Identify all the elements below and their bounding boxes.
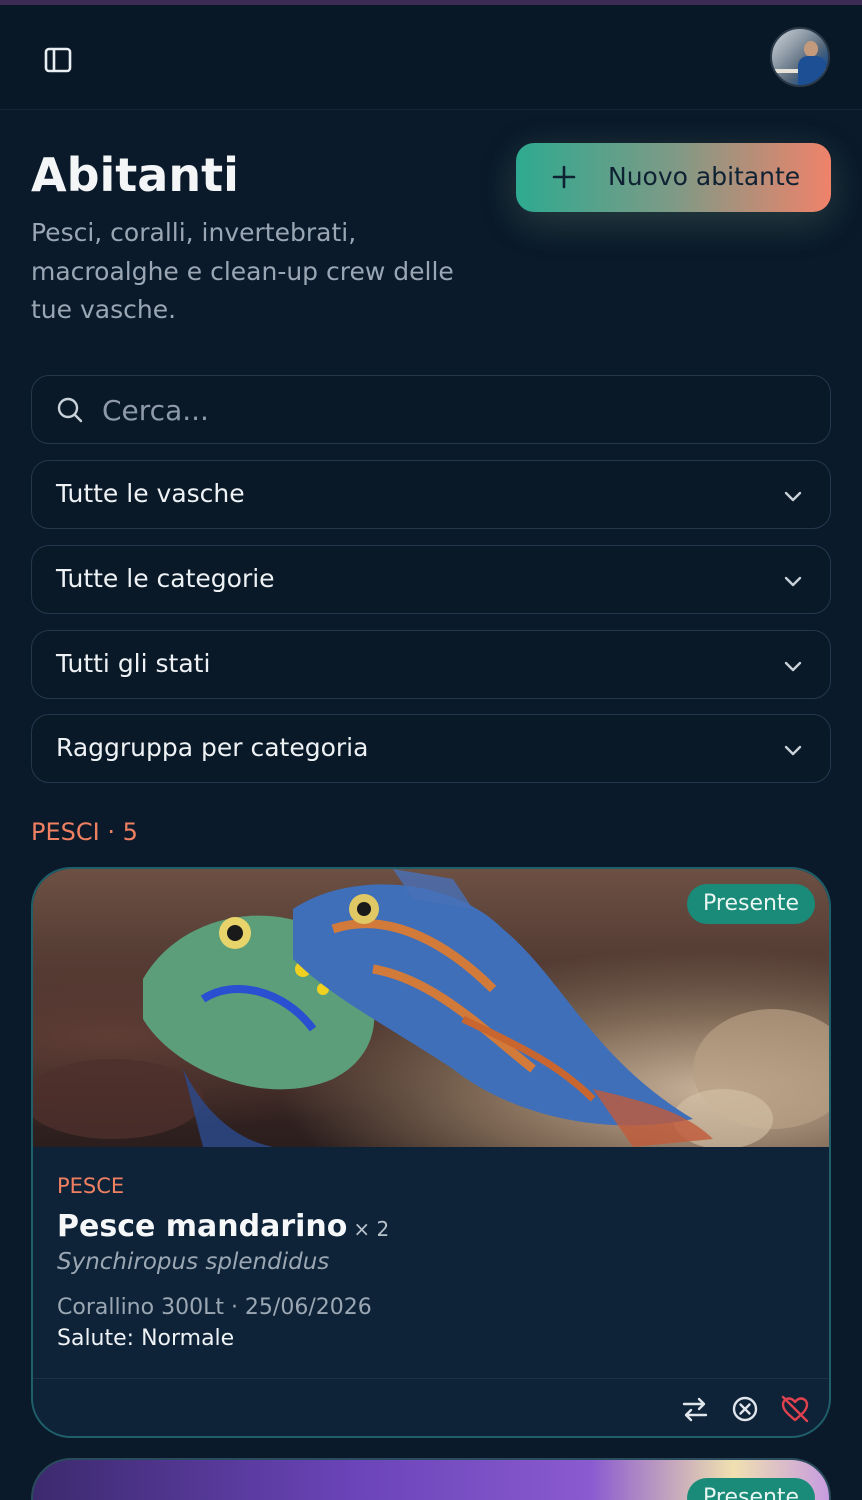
inhabitant-photo: Presente	[33, 869, 829, 1147]
status-badge: Presente	[687, 884, 816, 924]
status-filter-value: Tutti gli stati	[56, 649, 211, 678]
inhabitant-health: Salute: Normale	[57, 1326, 235, 1351]
tank-filter-value: Tutte le vasche	[56, 479, 245, 508]
top-bar	[0, 5, 862, 110]
tank-filter-select[interactable]: Tutte le vasche	[31, 460, 831, 529]
chevron-down-icon	[784, 661, 802, 672]
grouping-select[interactable]: Raggruppa per categoria	[31, 714, 831, 783]
inhabitant-name: Pesce mandarino	[57, 1209, 348, 1244]
category-filter-value: Tutte le categorie	[56, 564, 275, 593]
plus-icon	[552, 165, 576, 189]
inhabitant-quantity: × 2	[353, 1217, 390, 1241]
inhabitant-name-row: Pesce mandarino × 2	[57, 1209, 389, 1244]
chevron-down-icon	[784, 576, 802, 587]
status-filter-select[interactable]: Tutti gli stati	[31, 630, 831, 699]
new-inhabitant-label: Nuovo abitante	[608, 162, 801, 191]
remove-circle-icon[interactable]	[730, 1394, 760, 1424]
status-badge: Presente	[687, 1478, 816, 1500]
avatar[interactable]	[770, 27, 830, 87]
dead-heart-icon[interactable]	[780, 1394, 810, 1424]
inhabitant-card[interactable]: Presente	[31, 1458, 831, 1500]
group-header: PESCI · 5	[31, 818, 138, 846]
chevron-down-icon	[784, 745, 802, 756]
inhabitant-card[interactable]: Presente PESCE Pesce mandarino × 2 Synchi…	[31, 867, 831, 1438]
grouping-value: Raggruppa per categoria	[56, 733, 369, 762]
inhabitant-meta: Corallino 300Lt · 25/06/2026	[57, 1295, 372, 1320]
inhabitant-category: PESCE	[57, 1174, 125, 1198]
search-icon	[57, 397, 83, 423]
search-input[interactable]	[102, 386, 802, 434]
scientific-name: Synchiropus splendidus	[57, 1249, 330, 1275]
card-divider	[33, 1378, 829, 1379]
page-subtitle: Pesci, coralli, invertebrati, macroalghe…	[31, 218, 454, 324]
new-inhabitant-button[interactable]: Nuovo abitante	[516, 143, 831, 212]
search-field[interactable]	[31, 375, 831, 444]
sidebar-toggle-button[interactable]	[30, 40, 86, 80]
transfer-icon[interactable]	[680, 1394, 710, 1424]
category-filter-select[interactable]: Tutte le categorie	[31, 545, 831, 614]
chevron-down-icon	[784, 491, 802, 502]
sidebar-panel-icon	[44, 47, 72, 73]
page-title: Abitanti	[31, 148, 239, 202]
